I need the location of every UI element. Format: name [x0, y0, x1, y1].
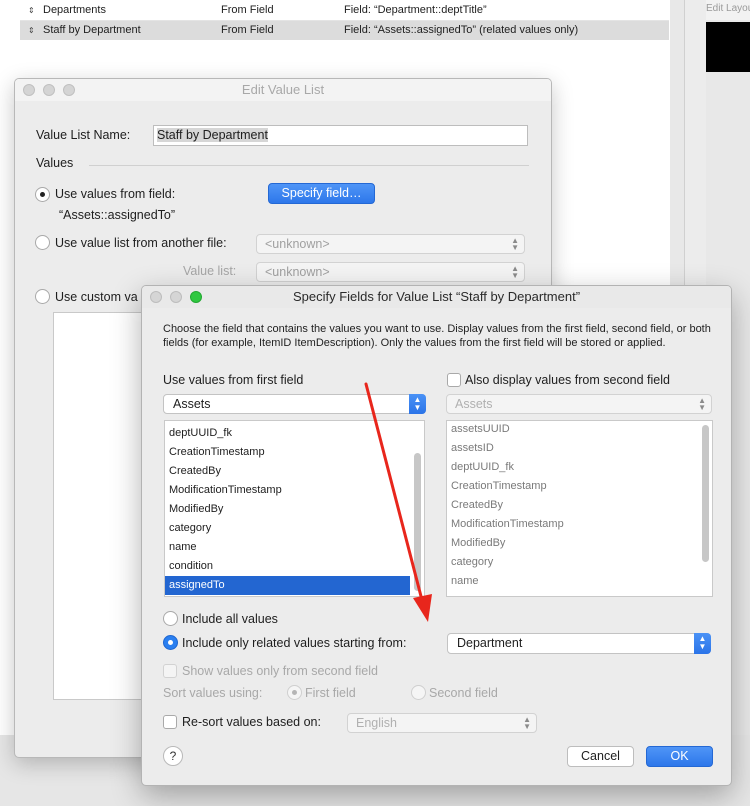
resort-values-checkbox[interactable] [163, 715, 177, 729]
updown-chevron-icon: ▲ ▼ [511, 264, 519, 280]
close-window-icon[interactable] [23, 84, 35, 96]
list-item[interactable]: CreatedBy [165, 462, 410, 481]
updown-chevron-icon: ▲ ▼ [698, 396, 706, 412]
window-title: Specify Fields for Value List “Staff by … [142, 286, 731, 308]
show-second-only-label: Show values only from second field [182, 664, 378, 678]
first-table-value: Assets [173, 397, 211, 411]
related-table-popup[interactable]: Department ▲ ▼ [447, 633, 711, 654]
use-custom-values-label: Use custom va [55, 290, 138, 304]
sort-values-label: Sort values using: [163, 686, 263, 700]
first-field-list[interactable]: deptUUID_fk CreationTimestamp CreatedBy … [164, 420, 425, 597]
language-popup[interactable]: English ▲ ▼ [347, 713, 537, 733]
use-value-list-from-file-radio[interactable] [35, 235, 50, 250]
sort-second-field-radio[interactable] [411, 685, 426, 700]
values-section-heading: Values [36, 156, 74, 170]
section-divider [89, 165, 529, 166]
table-row[interactable]: ⇕ Departments From Field Field: “Departm… [20, 1, 669, 20]
value-list-source: Field: “Assets::assignedTo” (related val… [344, 24, 579, 36]
list-item[interactable]: category [165, 519, 410, 538]
list-item[interactable]: name [447, 572, 698, 591]
value-list-name-input[interactable]: Staff by Department [153, 125, 528, 146]
value-list-name-value: Staff by Department [157, 128, 268, 142]
first-table-popup[interactable]: Assets ▲ ▼ [163, 394, 426, 414]
second-field-list[interactable]: assetsUUID assetsID deptUUID_fk Creation… [446, 420, 713, 597]
value-list-label: Value list: [183, 264, 237, 278]
list-item[interactable]: category [447, 553, 698, 572]
edit-layout-button[interactable]: Edit Layou [706, 0, 750, 20]
resort-values-label: Re-sort values based on: [182, 715, 321, 729]
zoom-window-icon[interactable] [190, 291, 202, 303]
sort-second-field-label: Second field [429, 686, 498, 700]
list-item[interactable]: ModificationTimestamp [447, 515, 698, 534]
list-item[interactable]: condition [165, 557, 410, 576]
file-popup-value: <unknown> [265, 237, 330, 251]
drag-handle-icon[interactable]: ⇕ [28, 21, 36, 40]
cancel-button[interactable]: Cancel [567, 746, 634, 767]
value-list-name: Departments [43, 4, 106, 16]
table-row[interactable]: ⇕ Staff by Department From Field Field: … [20, 21, 669, 40]
second-table-popup[interactable]: Assets ▲ ▼ [446, 394, 712, 414]
updown-chevron-icon: ▲ ▼ [523, 715, 531, 731]
show-second-only-checkbox[interactable] [163, 664, 177, 678]
background-panel [706, 22, 750, 72]
list-item[interactable]: CreationTimestamp [447, 477, 698, 496]
list-item[interactable]: deptUUID_fk [447, 458, 698, 477]
zoom-window-icon[interactable] [63, 84, 75, 96]
value-list-type: From Field [221, 4, 274, 16]
drag-handle-icon[interactable]: ⇕ [28, 1, 36, 20]
selected-field-name: “Assets::assignedTo” [59, 208, 176, 222]
first-field-label: Use values from first field [163, 373, 304, 387]
sort-first-field-radio[interactable] [287, 685, 302, 700]
list-item[interactable]: deptUUID_fk [165, 424, 410, 443]
list-scrollbar[interactable] [414, 453, 421, 591]
second-table-value: Assets [455, 397, 493, 411]
value-list-popup[interactable]: <unknown> ▲ ▼ [256, 262, 525, 282]
list-scrollbar[interactable] [702, 425, 709, 562]
list-item[interactable]: ModificationTimestamp [165, 481, 410, 500]
display-second-field-checkbox[interactable] [447, 373, 461, 387]
value-list-source: Field: “Department::deptTitle” [344, 4, 487, 16]
specify-fields-window: Specify Fields for Value List “Staff by … [141, 285, 732, 786]
minimize-window-icon[interactable] [43, 84, 55, 96]
include-related-values-radio[interactable] [163, 635, 178, 650]
use-values-from-field-label: Use values from field: [55, 187, 176, 201]
instructions-text: Choose the field that contains the value… [163, 323, 711, 349]
specify-field-button[interactable]: Specify field… [268, 183, 375, 204]
use-custom-values-radio[interactable] [35, 289, 50, 304]
list-item[interactable]: name [165, 538, 410, 557]
display-second-field-label: Also display values from second field [465, 373, 670, 387]
updown-chevron-icon: ▲ ▼ [511, 236, 519, 252]
language-value: English [356, 716, 397, 730]
list-item[interactable]: CreationTimestamp [165, 443, 410, 462]
include-all-values-label: Include all values [182, 612, 278, 626]
include-all-values-radio[interactable] [163, 611, 178, 626]
use-value-list-from-file-label: Use value list from another file: [55, 236, 227, 250]
close-window-icon[interactable] [150, 291, 162, 303]
file-popup[interactable]: <unknown> ▲ ▼ [256, 234, 525, 254]
related-table-value: Department [457, 636, 523, 650]
updown-chevron-icon: ▲ ▼ [409, 394, 426, 414]
list-item[interactable]: assetsID [447, 439, 698, 458]
value-list-name-label: Value List Name: [36, 128, 131, 142]
updown-chevron-icon: ▲ ▼ [694, 633, 711, 654]
list-item-selected[interactable]: assignedTo [165, 576, 410, 595]
value-list-name: Staff by Department [43, 24, 141, 36]
use-values-from-field-radio[interactable] [35, 187, 50, 202]
help-button[interactable]: ? [163, 746, 183, 766]
list-item[interactable]: CreatedBy [447, 496, 698, 515]
value-list-popup-value: <unknown> [265, 265, 330, 279]
ok-button[interactable]: OK [646, 746, 713, 767]
list-item[interactable]: assetsUUID [447, 421, 698, 439]
window-title: Edit Value List [15, 79, 551, 101]
list-item[interactable]: ModifiedBy [165, 500, 410, 519]
value-list-type: From Field [221, 24, 274, 36]
sort-first-field-label: First field [305, 686, 356, 700]
minimize-window-icon[interactable] [170, 291, 182, 303]
list-item[interactable]: ModifiedBy [447, 534, 698, 553]
include-related-values-label: Include only related values starting fro… [182, 636, 407, 650]
